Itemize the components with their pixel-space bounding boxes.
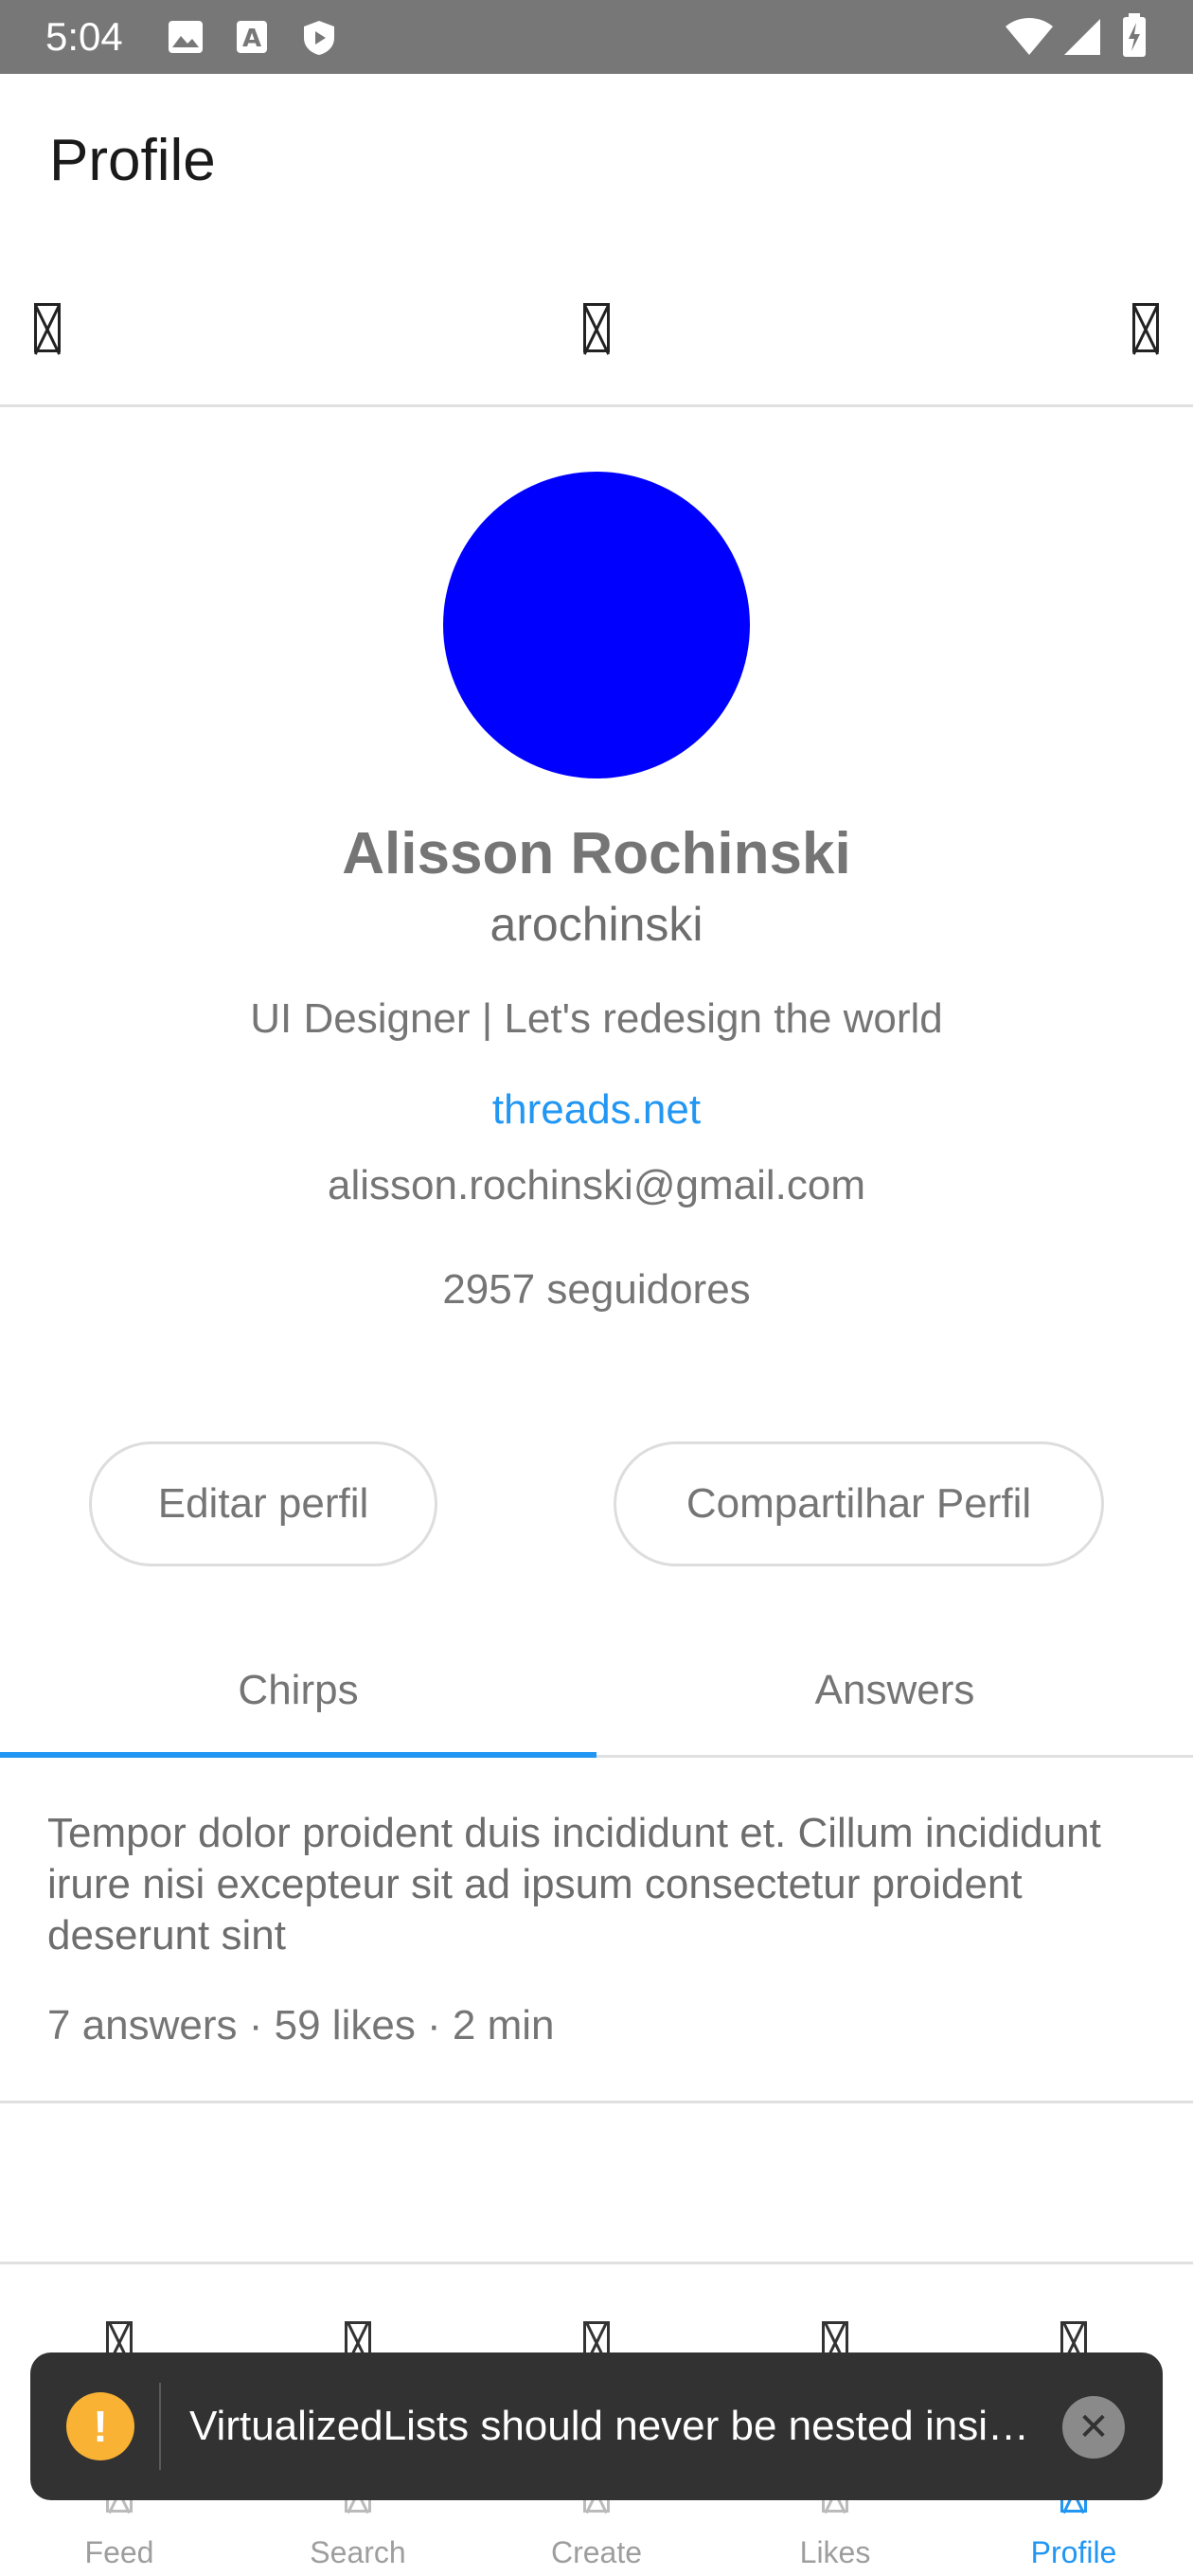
edit-profile-button[interactable]: Editar perfil [89,1441,437,1566]
toast-divider [159,2383,161,2470]
toast-message: VirtualizedLists should never be nested … [189,2403,1030,2449]
warning-icon: ! [66,2392,134,2460]
tab-label: Answers [814,1667,975,1713]
profile-email: alisson.rochinski@gmail.com [328,1162,865,1208]
tab-answers[interactable]: Answers [596,1623,1193,1758]
nav-label: Search [310,2535,406,2569]
signal-icon [1064,19,1100,55]
followers-count[interactable]: 2957 seguidores [0,1261,1193,1318]
missing-glyph-icon[interactable] [583,303,610,352]
post-meta: 7 answers · 59 likes · 2 min [47,2002,555,2048]
page-title: Profile [49,128,216,193]
nav-label: Create [550,2535,643,2569]
wifi-icon [1006,18,1053,55]
list-item[interactable]: Tempor dolor proident duis incididunt et… [0,1761,1193,2103]
nav-label: Feed [84,2535,154,2569]
top-action-row [0,250,1193,407]
nav-label: Likes [799,2535,871,2569]
image-icon [169,21,203,53]
missing-glyph-icon[interactable] [34,303,61,352]
profile-name: Alisson Rochinski [342,821,851,886]
warning-toast[interactable]: ! VirtualizedLists should never be neste… [30,2352,1163,2500]
nav-label: Profile [1030,2535,1117,2569]
profile-link[interactable]: threads.net [0,1082,1193,1138]
share-profile-button[interactable]: Compartilhar Perfil [614,1441,1104,1566]
profile-bio: UI Designer | Let's redesign the world [250,995,943,1042]
tab-label: Chirps [238,1667,359,1713]
svg-text:A: A [242,25,261,53]
active-tab-indicator [0,1752,596,1758]
tab-chirps[interactable]: Chirps [0,1623,596,1758]
avatar [443,472,750,778]
missing-glyph-icon[interactable] [1132,303,1159,352]
profile-username: arochinski [490,898,703,951]
shield-play-icon [304,21,334,55]
a-box-icon: A [237,21,267,53]
status-time: 5:04 [45,14,123,59]
profile-tabs: Chirps Answers [0,1623,1193,1758]
close-icon[interactable]: ✕ [1062,2396,1125,2459]
status-bar: 5:04 A [0,0,1193,74]
app-header: Profile [0,74,1193,250]
post-text: Tempor dolor proident duis incididunt et… [47,1810,1101,1959]
battery-charging-icon [1123,13,1146,57]
